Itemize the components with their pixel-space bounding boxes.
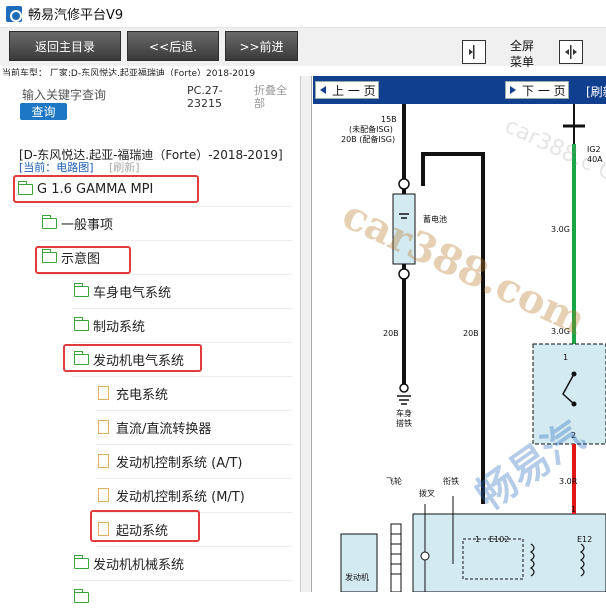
wire-label-3g-b: 3.0G <box>551 327 570 336</box>
wire-label-20b-a: 20B <box>383 329 399 338</box>
app-logo-icon <box>6 5 22 22</box>
label-no-isg: (未配备ISG) <box>349 124 393 134</box>
document-icon <box>98 386 109 400</box>
row-divider <box>96 546 292 547</box>
battery-symbol <box>392 193 416 265</box>
wiring-diagram-svg: 15B (未配备ISG) 20B (配备ISG) 蓄电池 20B 车身搭铁 20… <box>340 104 606 592</box>
starter-assembly <box>412 513 606 592</box>
wiring-diagram: 15B (未配备ISG) 20B (配备ISG) 蓄电池 20B 车身搭铁 20… <box>313 104 606 592</box>
tree-item-brake-system[interactable]: 制动系统 <box>73 314 145 336</box>
row-divider <box>96 410 292 411</box>
flywheel-label: 飞轮 <box>386 476 402 486</box>
folder-icon <box>73 588 89 603</box>
battery-terminal-top <box>398 178 410 190</box>
row-divider <box>96 444 292 445</box>
starter-motor-box <box>340 533 378 592</box>
folder-icon <box>73 282 89 297</box>
shift-fork-label: 拨叉 <box>419 488 435 498</box>
next-page-button[interactable]: 下 一 页 <box>505 81 569 99</box>
iron-core-label: 衔铁 <box>443 476 459 486</box>
row-divider <box>16 206 292 207</box>
highlight-box <box>13 175 199 203</box>
wire-label-15b: 15B <box>381 115 397 124</box>
row-divider <box>72 308 292 309</box>
tree-item-body-electrical[interactable]: 车身电气系统 <box>73 280 171 302</box>
folder-icon <box>41 214 57 229</box>
document-icon <box>98 454 109 468</box>
tree-item-partial <box>73 586 93 608</box>
viewer-nav-bar: 上 一 页 下 一 页 [刷新 <box>313 76 606 104</box>
home-button[interactable]: 返回主目录 <box>9 31 121 61</box>
relay-box <box>532 343 606 445</box>
folder-icon <box>73 316 89 331</box>
body-ground-label: 车身搭铁 <box>396 408 412 428</box>
tree-item-engine-control-mt[interactable]: 发动机控制系统 (M/T) <box>98 484 245 506</box>
viewer-refresh-link[interactable]: [刷新 <box>586 83 606 100</box>
tree-item-charging-system[interactable]: 充电系统 <box>98 382 168 404</box>
prev-page-button[interactable]: 上 一 页 <box>315 81 379 99</box>
row-divider <box>72 342 292 343</box>
highlight-box <box>63 344 202 372</box>
fuse-ig2-label: IG2 <box>587 145 601 154</box>
next-arrow-icon <box>510 86 516 94</box>
fuse-40a-label: 40A <box>587 155 603 164</box>
row-divider <box>72 376 292 377</box>
prev-arrow-icon <box>320 86 326 94</box>
battery-label: 蓄电池 <box>423 214 447 224</box>
title-bar: 畅易汽修平台V9 <box>0 0 606 28</box>
folder-icon <box>73 554 89 569</box>
pin-1c: 1 <box>475 535 480 544</box>
collapse-all-link[interactable]: 折叠全部 <box>254 84 294 110</box>
row-divider <box>40 274 292 275</box>
refresh-link[interactable]: [刷新] <box>109 159 140 175</box>
wire-label-3g-a: 3.0G <box>551 225 570 234</box>
row-divider <box>96 478 292 479</box>
pin-2: 2 <box>571 431 576 440</box>
wire-label-20b-b: 20B <box>463 329 479 338</box>
tree-item-dc-dc-converter[interactable]: 直流/直流转换器 <box>98 416 211 438</box>
starter-label: 发动机 <box>345 572 369 582</box>
current-diagram-link[interactable]: [当前：电路图] <box>19 159 94 175</box>
wire-label-3or: 3.0R <box>559 477 578 486</box>
row-divider <box>40 240 292 241</box>
tree-item-engine-mechanical[interactable]: 发动机机械系统 <box>73 552 184 574</box>
document-icon <box>98 488 109 502</box>
ground-terminal <box>399 383 409 393</box>
highlight-box <box>90 510 200 542</box>
tree-item-general[interactable]: 一般事项 <box>41 212 113 234</box>
highlight-box <box>35 246 131 274</box>
left-panel: 输入关键字查询 查询 PC.27-23215 折叠全部 [D-东风悦达.起亚-福… <box>0 76 300 603</box>
pin-1b: 1 <box>571 505 576 514</box>
document-icon <box>98 420 109 434</box>
pin-1a: 1 <box>563 353 568 362</box>
back-button[interactable]: <<后退. <box>127 31 219 61</box>
fullscreen-menu-label[interactable]: 全屏 菜单 <box>505 38 539 70</box>
search-button[interactable]: 查询 <box>20 103 67 120</box>
forward-button[interactable]: >>前进 <box>225 31 298 61</box>
search-label[interactable]: 输入关键字查询 <box>22 86 106 103</box>
toolbar: 返回主目录 <<后退. >>前进 全屏 菜单 <box>0 28 606 69</box>
connector-e102: E102 <box>489 535 509 544</box>
tree-item-engine-control-at[interactable]: 发动机控制系统 (A/T) <box>98 450 243 472</box>
diagram-viewer: 上 一 页 下 一 页 [刷新 15B (未配备ISG) 20B (配备ISG)… <box>313 76 606 592</box>
row-divider <box>72 580 292 581</box>
panel-splitter[interactable] <box>300 76 312 592</box>
fullscreen-icon[interactable] <box>462 40 486 64</box>
connector-e12: E12 <box>577 535 592 544</box>
window-title: 畅易汽修平台V9 <box>28 8 124 23</box>
menu-toggle-icon[interactable] <box>559 40 583 64</box>
label-20b-isg: 20B (配备ISG) <box>341 134 395 144</box>
pc-code: PC.27-23215 <box>187 84 223 110</box>
